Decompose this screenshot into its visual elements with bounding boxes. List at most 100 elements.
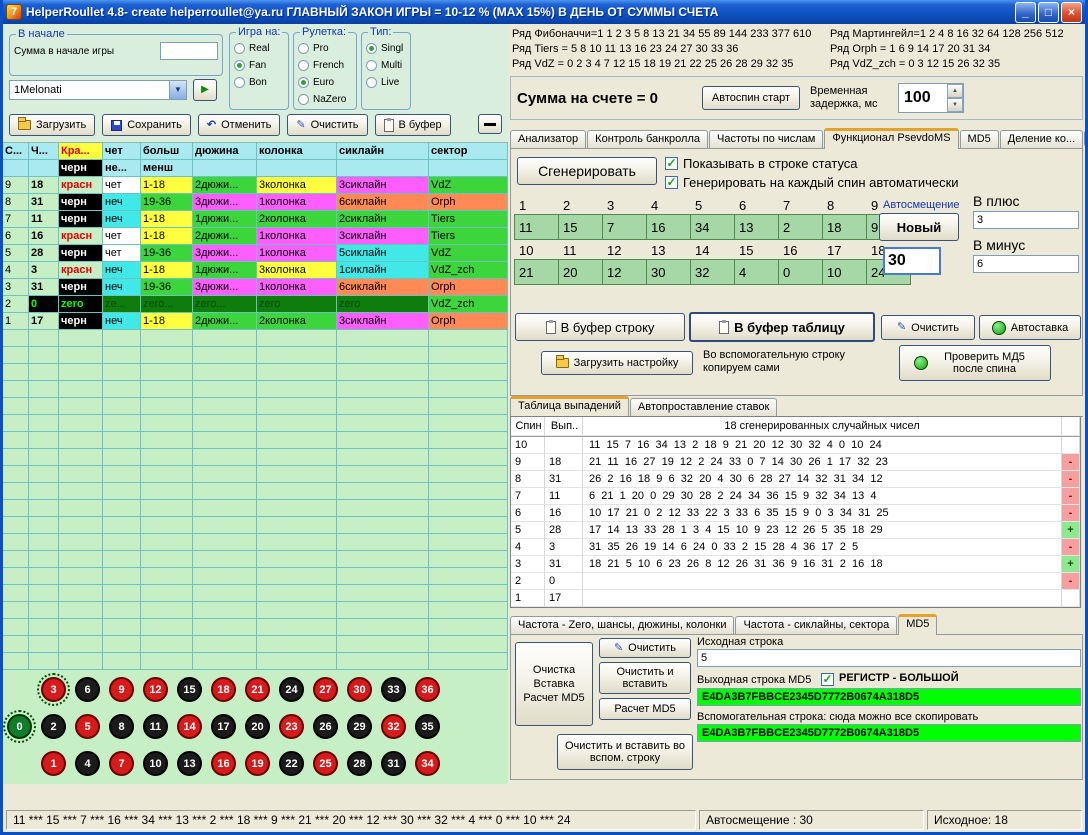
new-button[interactable]: Новый (879, 213, 959, 241)
board-number-2[interactable]: 2 (41, 714, 66, 739)
md5-calc-button[interactable]: Расчет MD5 (599, 698, 691, 720)
radio-fan[interactable]: Fan (234, 57, 284, 74)
board-number-21[interactable]: 21 (245, 677, 270, 702)
run-preset-button[interactable]: ▶ (193, 79, 217, 101)
tab-контроль-банкролла[interactable]: Контроль банкролла (587, 130, 708, 148)
generate-button[interactable]: Сгенерировать (517, 157, 657, 185)
collapse-button[interactable] (478, 114, 502, 134)
board-number-31[interactable]: 31 (381, 751, 406, 776)
board-number-28[interactable]: 28 (347, 751, 372, 776)
table-cell (257, 466, 337, 483)
board-number-12[interactable]: 12 (143, 677, 168, 702)
board-number-23[interactable]: 23 (279, 714, 304, 739)
board-number-25[interactable]: 25 (313, 751, 338, 776)
clear-paste-aux-button[interactable]: Очистить и вставить во вспом. строку (557, 734, 693, 770)
autogenerate-checkbox[interactable]: ✓ Генерировать на каждый спин автоматиче… (665, 175, 959, 190)
board-number-0[interactable]: 0 (7, 714, 32, 739)
radio-euro[interactable]: Euro (298, 74, 352, 91)
board-number-16[interactable]: 16 (211, 751, 236, 776)
load-button[interactable]: Загрузить (9, 114, 95, 136)
start-sum-input[interactable] (160, 42, 218, 60)
board-number-30[interactable]: 30 (347, 677, 372, 702)
copy-buffer-button[interactable]: В буфер (375, 114, 451, 136)
board-number-4[interactable]: 4 (75, 751, 100, 776)
show-status-checkbox[interactable]: ✓ Показывать в строке статуса (665, 156, 858, 171)
numbers-cell: 18 21 5 10 6 23 26 8 12 26 31 36 9 16 31… (583, 556, 1062, 573)
board-number-6[interactable]: 6 (75, 677, 100, 702)
check-md5-button[interactable]: Проверить МД5 после спина (899, 345, 1051, 381)
save-button[interactable]: Сохранить (102, 114, 191, 136)
board-number-35[interactable]: 35 (415, 714, 440, 739)
spinner-up-button[interactable]: ▲ (947, 84, 963, 98)
board-number-14[interactable]: 14 (177, 714, 202, 739)
board-number-29[interactable]: 29 (347, 714, 372, 739)
close-button[interactable]: × (1061, 2, 1082, 23)
radio-real[interactable]: Real (234, 40, 284, 57)
undo-button[interactable]: ↶Отменить (198, 114, 280, 136)
source-string-input[interactable] (697, 649, 1081, 667)
board-number-13[interactable]: 13 (177, 751, 202, 776)
radio-nazero[interactable]: NaZero (298, 91, 352, 108)
clear-button[interactable]: ✎Очистить (287, 114, 367, 136)
board-number-19[interactable]: 19 (245, 751, 270, 776)
board-number-27[interactable]: 27 (313, 677, 338, 702)
board-number-22[interactable]: 22 (279, 751, 304, 776)
board-number-26[interactable]: 26 (313, 714, 338, 739)
table-cell: 3колонка (257, 262, 337, 279)
tab-таблица-выпадений[interactable]: Таблица выпадений (510, 396, 629, 417)
tab-md5[interactable]: MD5 (960, 130, 999, 148)
radio-live[interactable]: Live (366, 74, 406, 91)
board-number-9[interactable]: 9 (109, 677, 134, 702)
board-number-10[interactable]: 10 (143, 751, 168, 776)
tab-анализатор[interactable]: Анализатор (510, 130, 586, 148)
radio-pro[interactable]: Pro (298, 40, 352, 57)
board-number-34[interactable]: 34 (415, 751, 440, 776)
autobet-button[interactable]: Автоставка (979, 315, 1081, 340)
minimize-button[interactable]: _ (1015, 2, 1036, 23)
board-number-5[interactable]: 5 (75, 714, 100, 739)
md5-combo-button[interactable]: Очистка Вставка Расчет MD5 (515, 642, 593, 726)
load-settings-button[interactable]: Загрузить настройку (541, 351, 693, 375)
tab-частоты-по-числам[interactable]: Частоты по числам (709, 130, 823, 148)
board-number-18[interactable]: 18 (211, 677, 236, 702)
maximize-button[interactable]: □ (1038, 2, 1059, 23)
tab-md5[interactable]: MD5 (898, 614, 937, 635)
tab-функционал-psevdoms[interactable]: Функционал PsevdoMS (824, 128, 958, 149)
radio-singl[interactable]: Singl (366, 40, 406, 57)
board-number-17[interactable]: 17 (211, 714, 236, 739)
tab-частота-сиклайны-сектора[interactable]: Частота - сиклайны, сектора (735, 616, 897, 634)
preset-select[interactable]: 1Melonati ▼ (9, 80, 187, 100)
table-row (3, 364, 508, 381)
title-bar[interactable]: 7 HelperRoullet 4.8- create helperroulle… (3, 0, 1085, 24)
radio-multi[interactable]: Multi (366, 57, 406, 74)
minus-input[interactable] (973, 255, 1079, 273)
board-number-7[interactable]: 7 (109, 751, 134, 776)
radio-french[interactable]: French (298, 57, 352, 74)
autoshift-input[interactable] (883, 247, 941, 275)
autospin-button[interactable]: Автоспин старт (702, 86, 800, 110)
board-number-20[interactable]: 20 (245, 714, 270, 739)
plus-input[interactable] (973, 211, 1079, 229)
board-number-1[interactable]: 1 (41, 751, 66, 776)
radio-bon[interactable]: Bon (234, 74, 284, 91)
delay-value[interactable]: 100 (899, 84, 947, 112)
board-number-36[interactable]: 36 (415, 677, 440, 702)
spinner-down-button[interactable]: ▼ (947, 98, 963, 112)
board-number-8[interactable]: 8 (109, 714, 134, 739)
tab-частота-zero-шансы-дюжины-колонки[interactable]: Частота - Zero, шансы, дюжины, колонки (510, 616, 734, 634)
md5-clear-paste-button[interactable]: Очистить и вставить (599, 662, 691, 694)
tabs-scroll-left-button[interactable]: ◀ (1084, 131, 1088, 146)
md5-clear-button[interactable]: ✎ Очистить (599, 638, 691, 658)
board-number-24[interactable]: 24 (279, 677, 304, 702)
tab-деление-ко[interactable]: Деление ко... (1000, 130, 1083, 148)
register-checkbox[interactable]: ✓ РЕГИСТР - БОЛЬШОЙ (821, 672, 959, 686)
copy-table-button[interactable]: В буфер таблицу (689, 312, 875, 342)
board-number-33[interactable]: 33 (381, 677, 406, 702)
copy-row-button[interactable]: В буфер строку (515, 313, 685, 341)
board-number-15[interactable]: 15 (177, 677, 202, 702)
clear-grid-button[interactable]: ✎ Очистить (881, 315, 975, 340)
tab-автопроставление-ставок[interactable]: Автопроставление ставок (630, 398, 777, 416)
board-number-3[interactable]: 3 (41, 677, 66, 702)
board-number-32[interactable]: 32 (381, 714, 406, 739)
board-number-11[interactable]: 11 (143, 714, 168, 739)
